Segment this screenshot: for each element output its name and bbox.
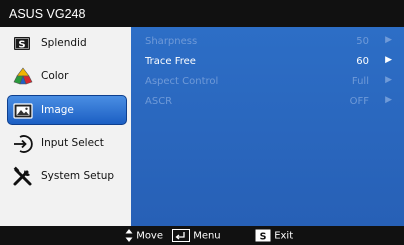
play-arrow-icon: ▶ [385, 75, 392, 85]
setting-name: ASCR [145, 96, 173, 107]
sidebar-item-splendid[interactable]: S Splendid [0, 29, 131, 59]
sidebar-item-label: Image [41, 104, 74, 116]
sidebar: S Splendid Color Image Input Select Syst… [0, 27, 131, 226]
move-label: Move [136, 230, 164, 242]
sidebar-item-input-select[interactable]: Input Select [0, 129, 131, 159]
setting-value: 50 [356, 36, 369, 47]
up-down-arrows-icon [125, 229, 133, 242]
system-setup-tools-icon [12, 166, 34, 188]
sidebar-item-label: System Setup [41, 170, 115, 182]
osd-menu: ASUS VG248 S Splendid Color Image Input … [0, 0, 404, 245]
input-select-icon [12, 133, 34, 155]
setting-name: Trace Free [145, 56, 196, 67]
exit-hint: S Exit [255, 229, 293, 242]
play-arrow-icon: ▶ [385, 55, 392, 65]
exit-label: Exit [274, 230, 294, 242]
setting-value: OFF [349, 96, 369, 107]
setting-name: Aspect Control [145, 76, 219, 87]
image-icon [12, 100, 34, 122]
setting-sharpness: Sharpness 50 ▶ [131, 32, 404, 52]
menu-hint: Menu [172, 229, 221, 242]
setting-value: Full [351, 76, 369, 87]
svg-text:S: S [18, 39, 25, 50]
sidebar-item-label: Input Select [41, 137, 104, 149]
footer-hint-bar: Move Menu S Exit [0, 226, 404, 245]
image-settings-panel: Sharpness 50 ▶ Trace Free 60 ▶ Aspect Co… [131, 27, 404, 226]
splendid-s-icon: S [12, 33, 34, 55]
sidebar-item-label: Color [41, 70, 69, 82]
sidebar-item-image[interactable]: Image [7, 95, 127, 125]
color-palette-icon [12, 66, 34, 88]
play-arrow-icon: ▶ [385, 35, 392, 45]
setting-aspect-control: Aspect Control Full ▶ [131, 72, 404, 92]
sidebar-item-system-setup[interactable]: System Setup [0, 162, 131, 192]
sidebar-item-label: Splendid [41, 37, 87, 49]
menu-label: Menu [193, 230, 221, 242]
svg-text:S: S [260, 231, 267, 242]
sidebar-item-color[interactable]: Color [0, 62, 131, 92]
move-hint: Move [125, 229, 163, 242]
setting-value: 60 [356, 56, 369, 67]
window-title: ASUS VG248 [0, 0, 404, 27]
setting-ascr: ASCR OFF ▶ [131, 92, 404, 112]
play-arrow-icon: ▶ [385, 95, 392, 105]
enter-key-icon [172, 229, 190, 242]
setting-name: Sharpness [145, 36, 198, 47]
s-key-icon: S [255, 229, 271, 242]
setting-trace-free[interactable]: Trace Free 60 ▶ [131, 52, 404, 72]
